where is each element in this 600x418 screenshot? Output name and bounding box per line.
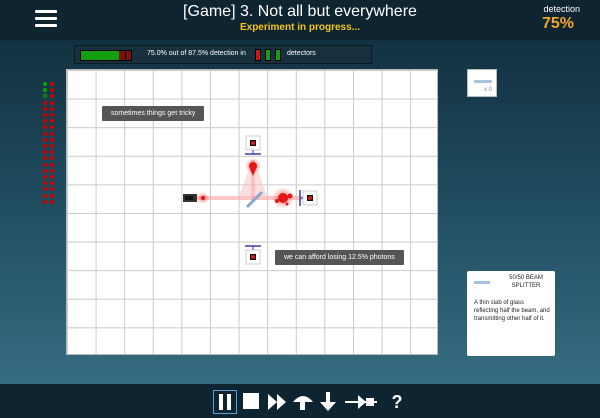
photon-counter-dot bbox=[50, 131, 54, 136]
photon-counter-dot bbox=[43, 119, 47, 124]
detector-status-2 bbox=[265, 49, 271, 61]
photon-counter-dot bbox=[43, 113, 47, 117]
photon-counter-dot bbox=[50, 193, 54, 198]
progress-text: 75.0% out of 87.5% detection in bbox=[147, 50, 246, 57]
progress-bar-fill bbox=[81, 51, 119, 60]
photon-counter-dot bbox=[43, 125, 47, 130]
photon-counter-dot bbox=[43, 144, 47, 148]
goal-progress: 75.0% out of 87.5% detection in detector… bbox=[74, 45, 372, 64]
photon-counter-dot bbox=[43, 94, 47, 99]
card-title: 50/50 BEAM SPLITTER bbox=[509, 275, 543, 289]
photon-counter-dot bbox=[50, 119, 54, 124]
photon-counter-dot bbox=[43, 168, 47, 173]
progress-suffix: detectors bbox=[287, 50, 316, 57]
mushroom-icon bbox=[293, 396, 313, 410]
photon-counter-dot bbox=[50, 187, 54, 192]
photon-counter-dot bbox=[43, 100, 47, 105]
down-arrow-icon bbox=[320, 392, 336, 411]
detector-top[interactable] bbox=[245, 135, 261, 155]
photon-burst-icon bbox=[197, 192, 209, 204]
wave-icon bbox=[345, 395, 377, 409]
photon-counter-dot bbox=[43, 88, 47, 93]
pause-button[interactable] bbox=[213, 390, 237, 414]
hint-tooltip-bottom: we can afford losing 12.5% photons bbox=[275, 250, 404, 265]
photon-counter-dot bbox=[43, 181, 47, 186]
photon-counter-dot bbox=[50, 82, 54, 86]
status-text: Experiment in progress... bbox=[239, 22, 361, 33]
stop-button[interactable] bbox=[240, 390, 264, 414]
photon-counter-dot bbox=[50, 106, 54, 111]
photon-counter-dot bbox=[43, 175, 47, 179]
help-button[interactable]: ? bbox=[385, 390, 409, 414]
beam-splitter-icon bbox=[474, 80, 492, 83]
detector-right[interactable] bbox=[299, 190, 318, 206]
photon-counter-dot bbox=[50, 181, 54, 186]
drop-photon-button[interactable] bbox=[291, 390, 315, 414]
photon-counter-dot bbox=[50, 125, 54, 130]
photon-counter-dot bbox=[43, 199, 47, 204]
photon-counter-dot bbox=[50, 175, 54, 179]
progress-bar bbox=[80, 50, 132, 61]
element-info-card: 50/50 BEAM SPLITTER A thin slab of glass… bbox=[467, 271, 555, 356]
photon-counter-dot bbox=[43, 150, 47, 155]
top-bar: [Game] 3. Not all but everywhere Experim… bbox=[0, 0, 600, 40]
fast-forward-icon bbox=[268, 394, 286, 410]
photon-splash-icon bbox=[272, 187, 294, 209]
level-title: [Game] 3. Not all but everywhere bbox=[183, 3, 417, 20]
photon-counter-dot bbox=[50, 100, 54, 105]
photon-counter-dot bbox=[50, 156, 54, 161]
game-board[interactable]: sometimes things get tricky we can affor… bbox=[66, 69, 438, 355]
detection-value: 75% bbox=[541, 15, 574, 32]
download-button[interactable] bbox=[316, 390, 340, 414]
beam-splitter-icon bbox=[474, 281, 490, 284]
photon-counter-dot bbox=[50, 94, 54, 99]
photon-counter-dot bbox=[43, 137, 47, 142]
detector-status-3 bbox=[275, 49, 281, 61]
wave-particle-button[interactable] bbox=[344, 390, 378, 414]
photon-counter-dot bbox=[50, 168, 54, 173]
progress-bar-goal-marker bbox=[124, 50, 126, 61]
toolbox-beam-splitter[interactable]: x 0 bbox=[467, 69, 497, 97]
photon-counter-dot bbox=[50, 137, 54, 142]
detector-status-1 bbox=[255, 49, 261, 61]
bottom-toolbar: ? bbox=[0, 384, 600, 418]
stop-icon bbox=[243, 393, 259, 409]
toolbox-count: x 0 bbox=[483, 87, 492, 93]
hint-tooltip-top: sometimes things get tricky bbox=[102, 106, 205, 121]
photon-counter-dot bbox=[43, 187, 47, 192]
photon-counter-dot bbox=[50, 113, 54, 117]
detection-label: detection bbox=[543, 4, 580, 14]
detector-bottom[interactable] bbox=[245, 245, 261, 265]
pause-icon bbox=[219, 394, 231, 410]
photon-counter-dot bbox=[50, 144, 54, 148]
photon-counter-dot bbox=[43, 162, 47, 167]
photon-counter-dot bbox=[43, 156, 47, 161]
fast-forward-button[interactable] bbox=[266, 390, 290, 414]
laser-source[interactable] bbox=[183, 194, 197, 202]
photon-counter-dot bbox=[50, 88, 54, 93]
photon-counter-dot bbox=[50, 199, 54, 204]
photon-counter-dot bbox=[43, 193, 47, 198]
photon-counter-dot bbox=[43, 106, 47, 111]
photon-counter-dot bbox=[50, 150, 54, 155]
photon-counter-dot bbox=[43, 131, 47, 136]
photon-counter-dot bbox=[43, 82, 47, 86]
photon-counter-dot bbox=[50, 162, 54, 167]
card-description: A thin slab of glass reflecting half the… bbox=[474, 300, 550, 322]
